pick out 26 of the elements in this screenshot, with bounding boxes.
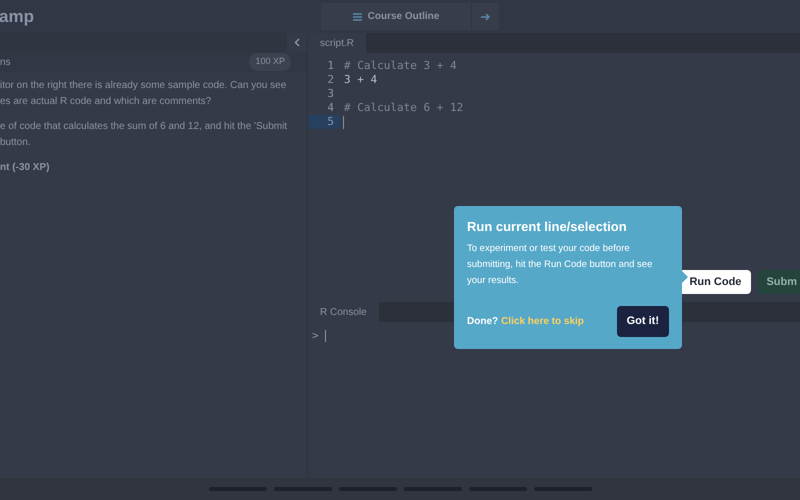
run-code-button[interactable]: Run Code <box>679 270 752 294</box>
hint-text: nt (-30 XP) <box>0 161 50 175</box>
text-cursor <box>343 116 344 128</box>
code-line: 3 + 4 <box>343 73 378 87</box>
arrow-right-icon <box>481 12 490 20</box>
tooltip-body: To experiment or test your code before submitting, hit the Run Code button and see your results. <box>467 242 654 288</box>
instruction-text: itor on the right there is already some sample code. Can you see <box>0 79 288 93</box>
tooltip-title: Run current line/selection <box>467 219 628 236</box>
code-comment: # Calculate 6 + 12 <box>343 101 464 115</box>
editor-tab[interactable]: script.R <box>308 33 366 53</box>
done-text: Done? <box>467 315 498 329</box>
exercise-heading: ns <box>0 56 11 70</box>
code-comment: # Calculate 3 + 4 <box>343 59 457 73</box>
console-prompt: > <box>312 328 319 344</box>
skip-link[interactable]: Click here to skip <box>501 314 584 329</box>
text-cursor <box>324 330 326 342</box>
console-tab[interactable]: R Console <box>308 302 379 322</box>
menu-icon <box>352 12 362 20</box>
submit-button[interactable]: Subm <box>758 270 800 294</box>
got-it-button[interactable]: Got it! <box>616 306 669 337</box>
chevron-left-icon <box>294 38 300 47</box>
instruction-text: es are actual R code and which are comments? <box>0 95 212 109</box>
instruction-text: button. <box>0 136 32 150</box>
xp-badge: 100 XP <box>249 53 291 71</box>
line-number: 5 <box>308 115 340 129</box>
instruction-text: e of code that calculates the sum of 6 and 12, and hit the 'Submit <box>0 120 288 134</box>
